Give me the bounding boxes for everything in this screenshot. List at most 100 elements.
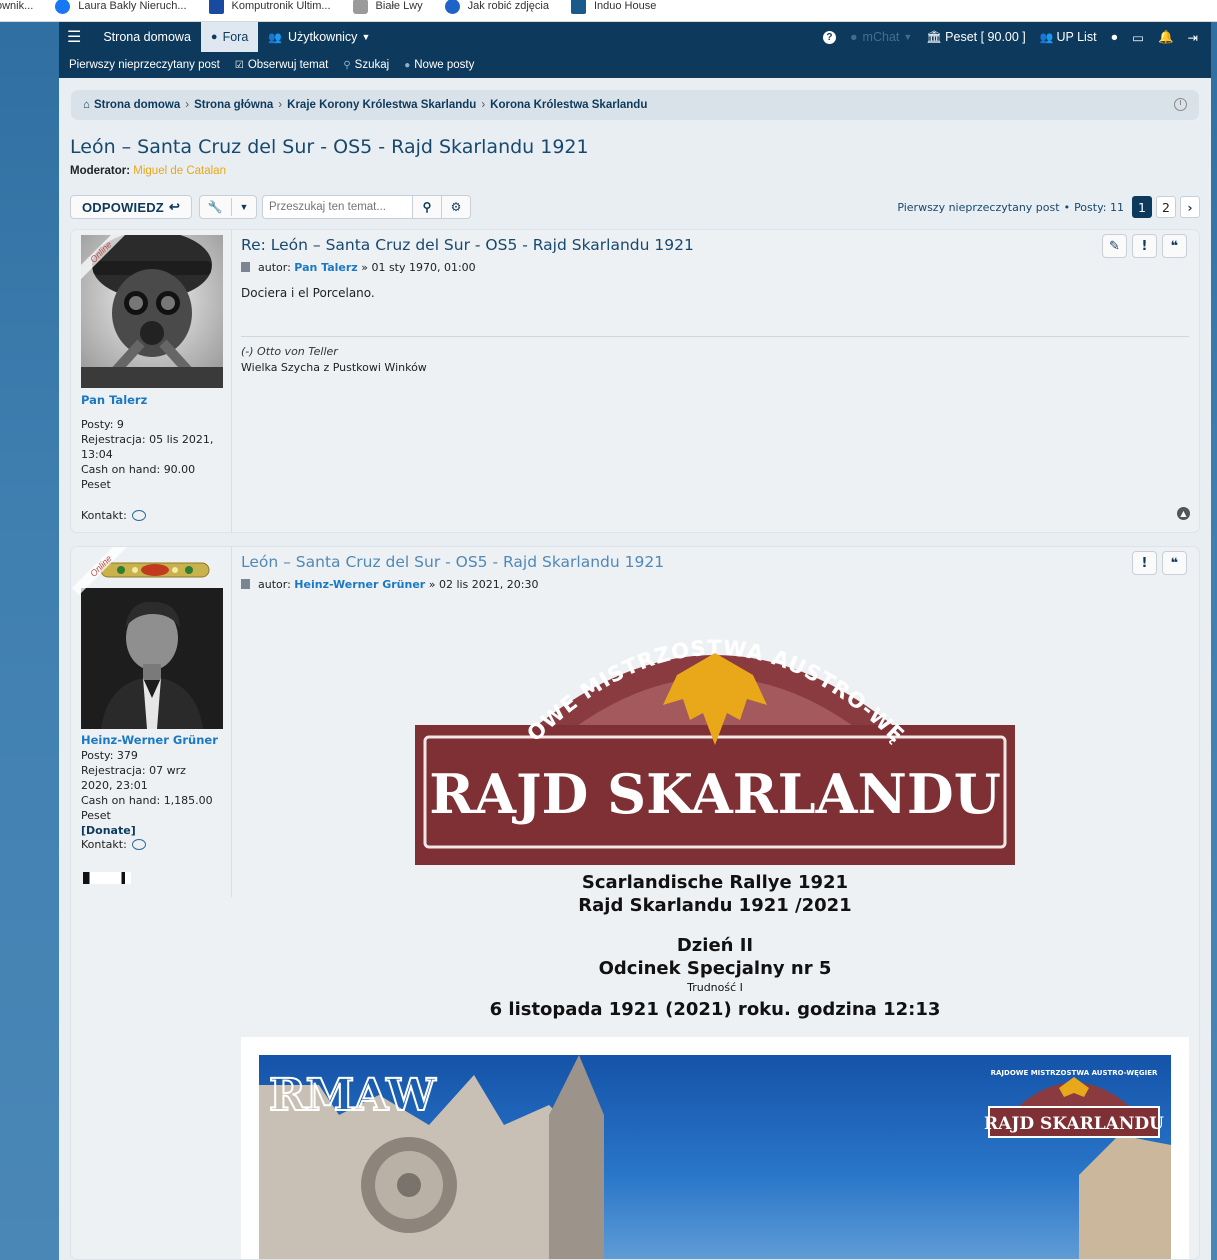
advanced-search-button[interactable]: ⚙ <box>441 195 471 219</box>
nav-up-list[interactable]: 👥 UP List <box>1033 22 1104 52</box>
bookmark-2[interactable]: Komputronik Ultim... <box>208 0 331 14</box>
posts-count: Posty: 11 <box>1074 200 1124 214</box>
bookmark-label: Białe Lwy <box>375 0 423 12</box>
post-actions: ! ❝ <box>1127 551 1187 575</box>
chat-bubble-icon: ● <box>210 31 218 43</box>
watch-topic-label: Obserwuj temat <box>247 59 329 71</box>
user-registration: Rejestracja: 05 lis 2021, 13:04 <box>81 433 214 461</box>
moderator-label: Moderator: <box>70 165 131 177</box>
post-title[interactable]: Re: León – Santa Cruz del Sur - OS5 - Ra… <box>241 236 694 254</box>
donate-link[interactable]: [Donate] <box>81 823 226 838</box>
quote-icon: ❝ <box>1170 238 1179 254</box>
bookmark-0[interactable]: ownik... <box>0 0 33 12</box>
facebook-icon <box>55 0 71 14</box>
nav-peset[interactable]: 🏛 Peset [ 90.00 ] <box>919 22 1032 52</box>
quote-button[interactable]: ❝ <box>1162 551 1187 575</box>
users-icon: 👥 <box>1039 31 1054 44</box>
rally-line-1: Scarlandische Rallye 1921 <box>581 872 849 893</box>
breadcrumb-home[interactable]: Strona domowa <box>94 99 180 111</box>
quote-button[interactable]: ❝ <box>1162 234 1187 258</box>
bookmark-5[interactable]: Induo House <box>570 0 656 14</box>
speech-bubble-icon[interactable] <box>131 839 146 850</box>
report-button[interactable]: ! <box>1132 234 1157 258</box>
user-badge-image <box>83 872 131 884</box>
quote-icon: ❝ <box>1170 555 1179 571</box>
avatar-gasmask-image <box>81 235 223 388</box>
page-1-button[interactable]: 1 <box>1132 196 1152 218</box>
avatar[interactable] <box>81 588 223 729</box>
banner-right-arc-text: RAJDOWE MISTRZOSTWA AUSTRO-WĘGIER <box>991 1069 1158 1077</box>
logout-icon[interactable]: ⇥ <box>1181 22 1205 52</box>
banner-rally-logo: RAJDOWE MISTRZOSTWA AUSTRO-WĘGIER RAJD S… <box>984 1069 1164 1138</box>
signature-divider <box>241 336 1189 337</box>
menu-icon[interactable]: ☰ <box>59 22 93 52</box>
topic-tools-button[interactable]: 🔧 ▼ <box>199 195 257 219</box>
user-icon[interactable]: ● <box>1104 22 1126 52</box>
reply-button[interactable]: ODPOWIEDZ ↩ <box>70 195 192 219</box>
post-content: Dociera i el Porcelano. <box>241 286 375 300</box>
back-to-top-icon[interactable]: ▲ <box>1177 507 1190 520</box>
first-unread-link[interactable]: Pierwszy nieprzeczytany post <box>897 201 1059 214</box>
search-input[interactable] <box>262 195 412 219</box>
chat-icon: ● <box>849 30 858 44</box>
contact-row: Kontakt: <box>81 838 146 851</box>
rally-line-4: Odcinek Specjalny nr 5 <box>598 958 832 979</box>
banner-left-text: RMAW <box>269 1070 436 1121</box>
first-unread-label: Pierwszy nieprzeczytany post <box>69 59 220 71</box>
watch-topic-link[interactable]: ☑ Obserwuj temat <box>235 59 329 71</box>
post-title[interactable]: León – Santa Cruz del Sur - OS5 - Rajd S… <box>241 553 664 571</box>
avatar[interactable]: Online <box>81 235 223 388</box>
nav-mchat[interactable]: ● mChat ▼ <box>843 22 919 52</box>
inbox-icon[interactable]: ▭ <box>1125 22 1151 52</box>
user-cash: Cash on hand: 1,185.00 Peset <box>81 794 213 822</box>
bell-icon[interactable]: 🔔 <box>1151 22 1181 52</box>
nav-home[interactable]: Strona domowa <box>93 22 201 52</box>
username[interactable]: Pan Talerz <box>81 393 147 407</box>
contact-label: Kontakt: <box>81 838 127 851</box>
post-date: » 02 lis 2021, 20:30 <box>428 578 539 591</box>
speech-bubble-icon[interactable] <box>131 510 146 521</box>
nav-users[interactable]: 👥 Użytkownicy ▼ <box>258 22 380 52</box>
bookmark-1[interactable]: Laura Bakly Nieruch... <box>55 0 187 14</box>
first-unread-link[interactable]: Pierwszy nieprzeczytany post <box>65 59 220 71</box>
post: Online Pan Talerz Posty: 9 Rejestracja: … <box>70 229 1200 533</box>
topic-action-bar: ODPOWIEDZ ↩ 🔧 ▼ ⚲ ⚙ Pierwszy nieprzeczyt… <box>70 195 1200 219</box>
pagination: Pierwszy nieprzeczytany post • Posty: 11… <box>897 195 1200 219</box>
username[interactable]: Heinz-Werner Grüner <box>81 733 218 747</box>
post-author[interactable]: Heinz-Werner Grüner <box>294 578 425 591</box>
moderator-info: Moderator: Miguel de Catalan <box>70 165 226 177</box>
bookmark-3[interactable]: Białe Lwy <box>352 0 423 14</box>
post-body: Re: León – Santa Cruz del Sur - OS5 - Ra… <box>241 230 1189 532</box>
post-date: » 01 sty 1970, 01:00 <box>361 261 476 274</box>
nav-forums-label: Fora <box>222 30 249 44</box>
report-button[interactable]: ! <box>1132 551 1157 575</box>
chevron-down-icon: ▼ <box>903 32 913 42</box>
exclamation-icon: ! <box>1141 555 1148 571</box>
rally-line-6: 6 listopada 1921 (2021) roku. godzina 12… <box>489 999 941 1020</box>
next-page-chevron-icon[interactable]: › <box>1180 196 1200 218</box>
breadcrumb-separator: › <box>278 99 283 111</box>
bullet: • <box>1063 200 1071 214</box>
help-icon[interactable]: ? <box>816 22 843 52</box>
search-button[interactable]: ⚲ <box>412 195 442 219</box>
logo-main-text: RAJD SKARLANDU <box>429 762 1001 826</box>
post-author[interactable]: Pan Talerz <box>294 261 357 274</box>
page-title[interactable]: León – Santa Cruz del Sur - OS5 - Rajd S… <box>70 136 589 158</box>
page-2-button[interactable]: 2 <box>1156 196 1176 218</box>
post: Online Heinz-Werner Grüner Posty: 379 Re… <box>70 546 1200 1260</box>
bookmark-4[interactable]: Jak robić zdjęcia <box>444 0 549 14</box>
edit-button[interactable]: ✎ <box>1102 234 1127 258</box>
rally-line-3: Dzień II <box>676 935 754 956</box>
search-link[interactable]: ⚲ Szukaj <box>343 59 389 71</box>
breadcrumb-countries[interactable]: Kraje Korony Królestwa Skarlandu <box>287 99 476 111</box>
nav-users-label: Użytkownicy <box>287 30 358 44</box>
home-icon: ⌂ <box>83 99 90 111</box>
nav-forums[interactable]: ● Fora <box>200 22 259 52</box>
search-icon: ⚲ <box>422 200 432 214</box>
new-posts-link[interactable]: ● Nowe posty <box>404 59 474 71</box>
divider <box>230 198 232 216</box>
search-icon: ⚲ <box>343 59 351 71</box>
breadcrumb-main[interactable]: Strona główna <box>194 99 273 111</box>
moderator-name[interactable]: Miguel de Catalan <box>133 165 226 177</box>
breadcrumb-crown[interactable]: Korona Królestwa Skarlandu <box>490 99 647 111</box>
